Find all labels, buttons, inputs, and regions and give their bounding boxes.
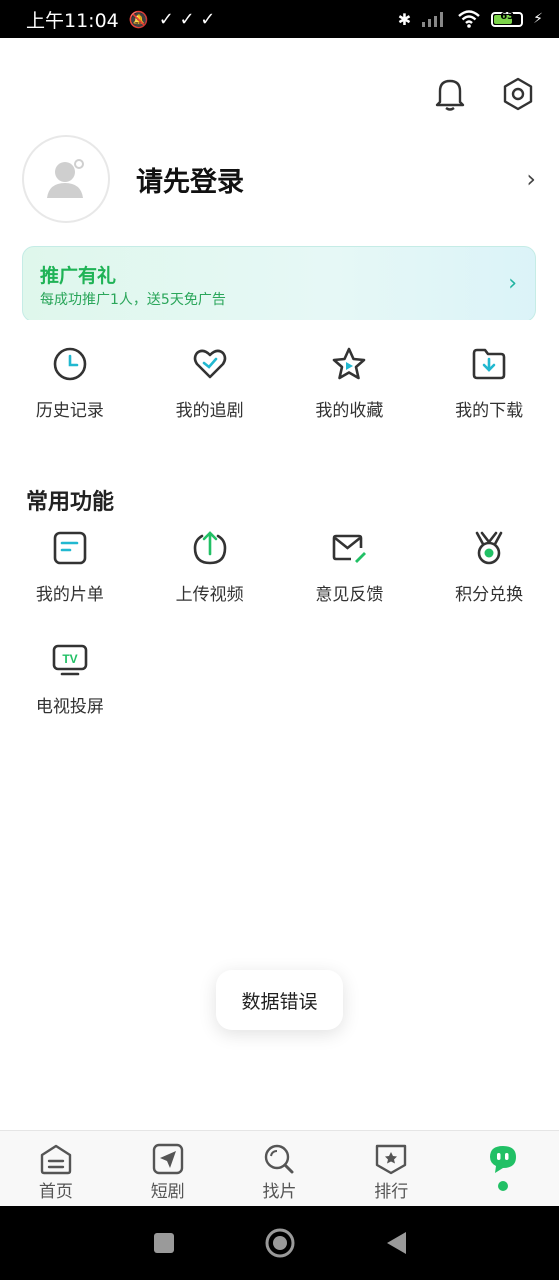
- error-toast: 数据错误: [216, 970, 343, 1030]
- common-functions-row-2: TV 电视投屏: [0, 642, 559, 717]
- points-exchange-label: 积分兑换: [455, 585, 524, 605]
- bluetooth-icon: ✱: [397, 9, 412, 29]
- charging-icon: ⚡: [533, 11, 543, 27]
- chevron-right-icon: ›: [508, 271, 517, 296]
- following-label: 我的追剧: [175, 401, 244, 421]
- login-prompt[interactable]: 请先登录: [136, 160, 526, 199]
- settings-hex-icon[interactable]: [501, 76, 535, 112]
- favorites-label: 我的收藏: [315, 401, 384, 421]
- home-nav-icon[interactable]: [264, 1227, 296, 1259]
- promo-subtitle: 每成功推广1人，送5天免广告: [40, 292, 226, 308]
- feedback-button[interactable]: 意见反馈: [280, 530, 420, 605]
- tab-ranking-label: 排行: [374, 1182, 409, 1202]
- wifi-icon: [458, 10, 480, 28]
- quick-actions: 历史记录 我的追剧 我的收藏 我的下载: [0, 346, 559, 421]
- clock-icon: [53, 347, 87, 381]
- bell-icon[interactable]: [433, 76, 467, 112]
- header-actions: [433, 76, 535, 112]
- favorites-button[interactable]: 我的收藏: [280, 346, 420, 421]
- tv-cast-button[interactable]: TV 电视投屏: [0, 642, 140, 717]
- history-label: 历史记录: [35, 401, 104, 421]
- battery-icon: 63: [491, 10, 524, 27]
- mascot-icon: [490, 1146, 517, 1173]
- mute-icon: 🔕: [128, 9, 149, 29]
- playlist-label: 我的片单: [35, 585, 104, 605]
- recent-apps-icon[interactable]: [152, 1231, 176, 1255]
- list-icon: [53, 531, 87, 565]
- status-time: 上午11:04: [26, 9, 119, 32]
- upload-icon: [193, 531, 226, 565]
- download-folder-icon: [472, 348, 506, 380]
- downloads-label: 我的下载: [455, 401, 524, 421]
- history-button[interactable]: 历史记录: [0, 346, 140, 421]
- status-bar: 上午11:04 🔕 ✓ ✓ ✓ ✱ 63 ⚡: [0, 0, 559, 38]
- promo-banner[interactable]: 推广有礼 每成功推广1人，送5天免广告 ›: [22, 246, 536, 322]
- upload-video-button[interactable]: 上传视频: [140, 530, 280, 605]
- avatar[interactable]: [22, 135, 110, 223]
- battery-level: 63: [500, 10, 515, 22]
- bottom-tab-bar: 首页 短剧 找片 排行: [0, 1130, 559, 1207]
- tab-find-label: 找片: [262, 1182, 297, 1202]
- feedback-label: 意见反馈: [315, 585, 384, 605]
- tv-cast-label: 电视投屏: [35, 697, 104, 717]
- chevron-right-icon: ›: [526, 165, 536, 193]
- user-placeholder-icon: [47, 159, 84, 198]
- tab-short-drama-label: 短剧: [150, 1182, 185, 1202]
- check-icon: ✓ ✓ ✓: [158, 8, 216, 30]
- back-icon[interactable]: [384, 1230, 408, 1256]
- tv-icon: TV: [52, 644, 88, 676]
- tab-short-drama[interactable]: 短剧: [112, 1131, 224, 1207]
- star-icon: [333, 347, 366, 380]
- profile-login-row[interactable]: 请先登录 ›: [22, 134, 536, 224]
- system-nav-bar: [0, 1206, 559, 1280]
- search-icon: [265, 1144, 294, 1174]
- promo-title: 推广有礼: [40, 265, 117, 287]
- common-functions-title: 常用功能: [26, 490, 115, 515]
- medal-icon: [475, 531, 503, 565]
- rank-icon: [376, 1144, 407, 1175]
- feedback-mail-icon: [333, 534, 367, 563]
- toast-message: 数据错误: [241, 990, 318, 1013]
- following-button[interactable]: 我的追剧: [140, 346, 280, 421]
- upload-video-label: 上传视频: [175, 585, 244, 605]
- downloads-button[interactable]: 我的下载: [419, 346, 559, 421]
- active-tab-indicator: [498, 1181, 509, 1191]
- tab-home-label: 首页: [38, 1182, 73, 1202]
- send-icon: [152, 1143, 183, 1175]
- tab-home[interactable]: 首页: [0, 1131, 112, 1207]
- common-functions-row-1: 我的片单 上传视频 意见反馈 积分兑换: [0, 530, 559, 605]
- svg-text:TV: TV: [62, 652, 77, 666]
- tab-ranking[interactable]: 排行: [335, 1131, 447, 1207]
- tab-find[interactable]: 找片: [224, 1131, 336, 1207]
- points-exchange-button[interactable]: 积分兑换: [419, 530, 559, 605]
- home-icon: [40, 1144, 72, 1175]
- tab-mine[interactable]: [447, 1131, 559, 1207]
- signal-icon: [422, 12, 444, 27]
- playlist-button[interactable]: 我的片单: [0, 530, 140, 605]
- heart-check-icon: [193, 349, 226, 379]
